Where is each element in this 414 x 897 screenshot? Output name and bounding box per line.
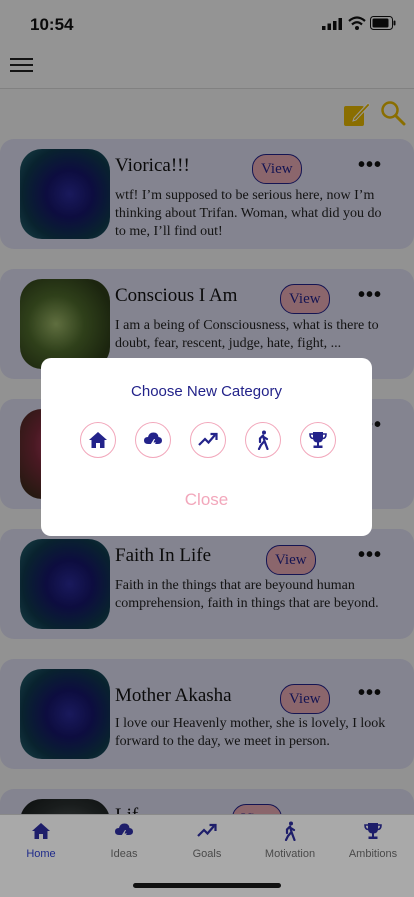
tab-label: Goals xyxy=(192,848,222,860)
ambitions-icon xyxy=(309,432,327,448)
category-goals-button[interactable] xyxy=(190,422,226,458)
ideas-icon xyxy=(115,823,133,840)
motivation-icon xyxy=(284,821,296,841)
choose-category-modal: Choose New Category Close xyxy=(41,358,372,536)
tab-motivation[interactable]: Motivation xyxy=(249,815,331,867)
tab-ideas[interactable]: Ideas xyxy=(83,815,165,867)
tab-label: Ambitions xyxy=(348,848,398,860)
tab-ambitions[interactable]: Ambitions xyxy=(332,815,414,867)
motivation-icon xyxy=(257,430,269,450)
ideas-icon xyxy=(144,432,162,449)
ambitions-icon xyxy=(364,823,382,839)
category-ambitions-button[interactable] xyxy=(300,422,336,458)
goals-icon xyxy=(197,823,217,837)
goals-icon xyxy=(198,432,218,446)
category-motivation-button[interactable] xyxy=(245,422,281,458)
home-icon xyxy=(89,432,107,448)
home-icon xyxy=(32,823,50,839)
modal-title: Choose New Category xyxy=(131,383,282,400)
tab-home[interactable]: Home xyxy=(0,815,82,867)
tab-label: Ideas xyxy=(110,848,138,860)
tab-label: Motivation xyxy=(264,848,316,860)
tab-label: Home xyxy=(26,848,56,860)
home-indicator[interactable] xyxy=(133,883,281,888)
close-button[interactable]: Close xyxy=(41,490,372,510)
tab-goals[interactable]: Goals xyxy=(166,815,248,867)
category-ideas-button[interactable] xyxy=(135,422,171,458)
category-home-button[interactable] xyxy=(80,422,116,458)
